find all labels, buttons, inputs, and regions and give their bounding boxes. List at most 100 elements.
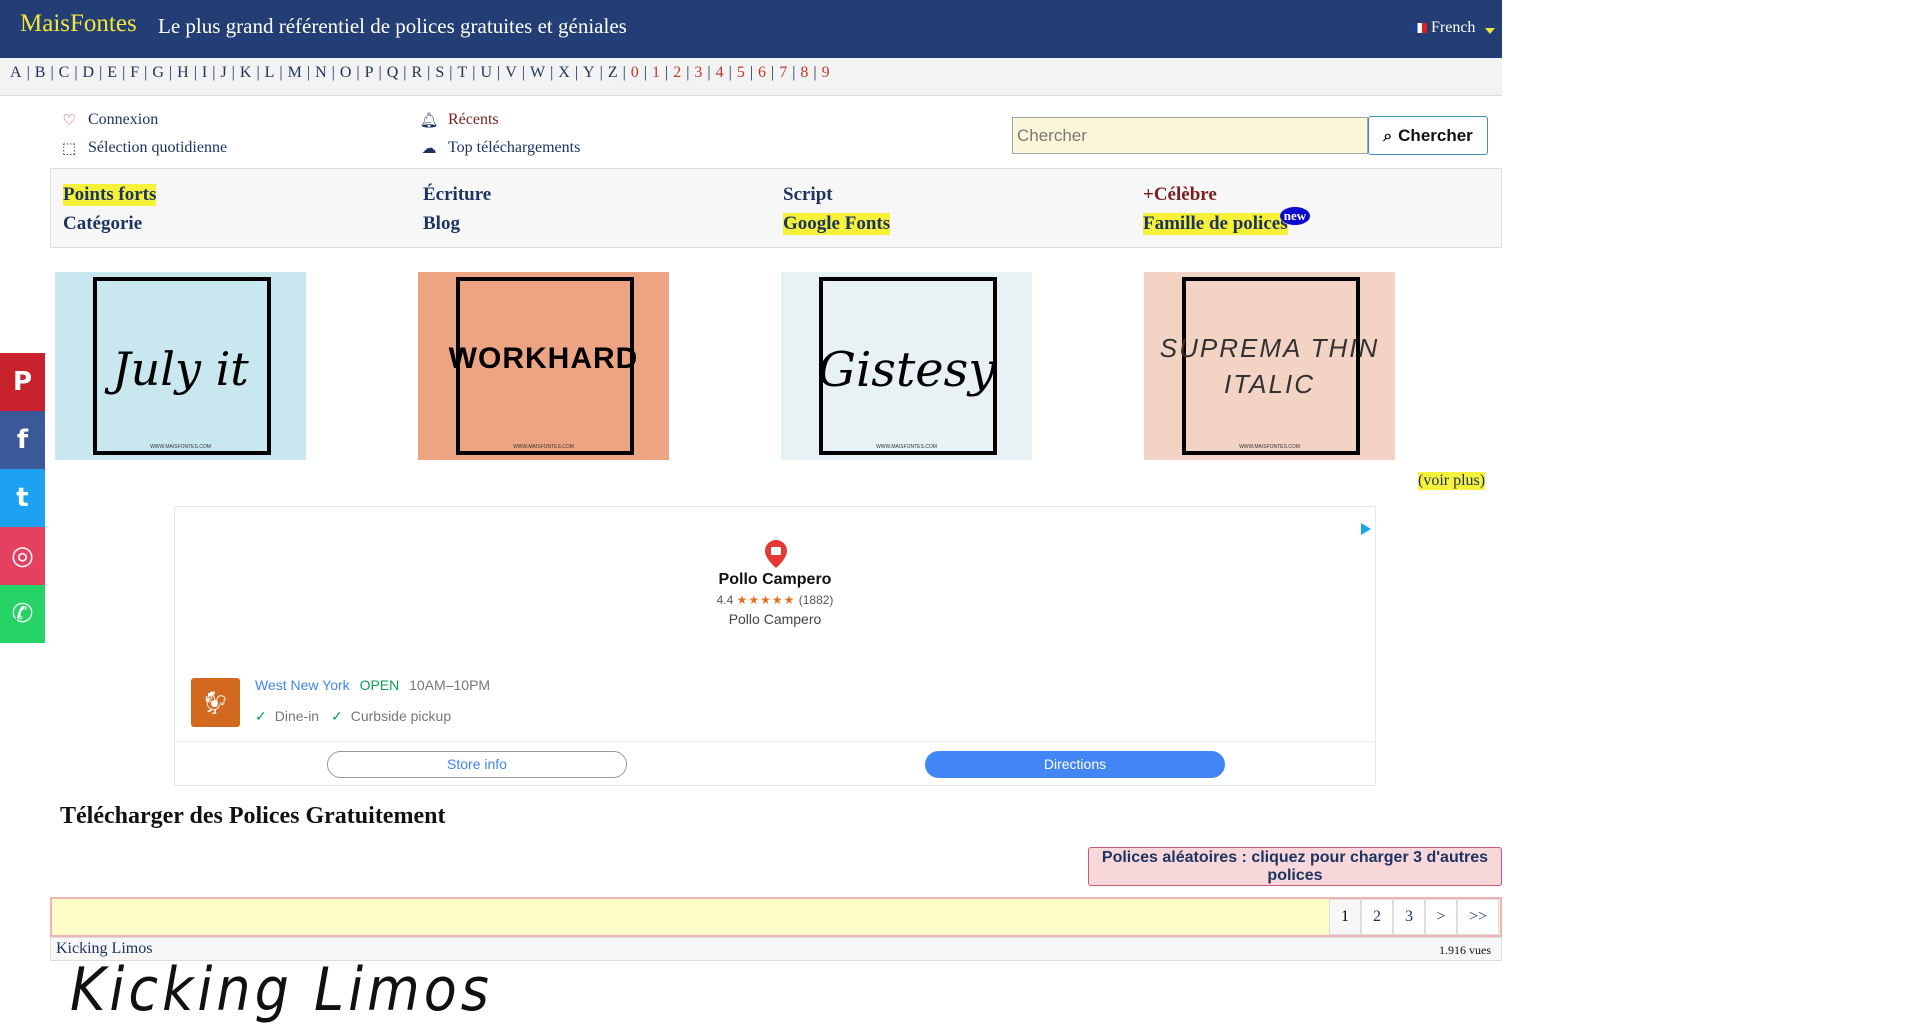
page-link-next[interactable]: > — [1425, 899, 1457, 935]
share-twitter-icon[interactable]: t — [0, 469, 45, 527]
letter-link-x[interactable]: X — [556, 64, 572, 82]
menu-font-family[interactable]: Famille de polices — [1143, 213, 1288, 235]
page-link-2[interactable]: 2 — [1361, 899, 1393, 935]
thumbnail-watermark: WWW.MAISFONTES.COM — [150, 444, 211, 450]
language-selector[interactable]: French — [1413, 19, 1496, 37]
letter-link-d[interactable]: D — [81, 64, 97, 82]
letter-link-b[interactable]: B — [33, 64, 48, 82]
share-facebook-icon[interactable]: f — [0, 411, 45, 469]
thumbnail-text: SUPREMA THIN ITALIC — [1159, 333, 1380, 399]
letter-link-f[interactable]: F — [128, 64, 141, 82]
separator: | — [403, 64, 407, 81]
letter-link-n[interactable]: N — [313, 64, 329, 82]
letter-link-q[interactable]: Q — [385, 64, 401, 82]
separator: | — [212, 64, 216, 81]
quick-links-left: ♡ Connexion ⬚ Sélection quotidienne — [60, 106, 227, 162]
separator: | — [813, 64, 817, 81]
separator: | — [574, 64, 579, 81]
random-fonts-button[interactable]: Polices aléatoires : cliquez pour charge… — [1088, 847, 1502, 886]
thumbnail-watermark: WWW.MAISFONTES.COM — [1239, 444, 1300, 450]
directions-button[interactable]: Directions — [925, 751, 1225, 778]
search-button[interactable]: ⌕ Chercher — [1368, 116, 1488, 155]
menu-blog[interactable]: Blog — [423, 213, 460, 235]
letter-link-3[interactable]: 3 — [692, 64, 704, 82]
letter-link-7[interactable]: 7 — [777, 64, 789, 82]
letter-link-y[interactable]: Y — [581, 64, 597, 82]
ad-rating: 4.4 ★★★★★ (1882) — [175, 593, 1375, 607]
page-link-last[interactable]: >> — [1457, 899, 1499, 935]
daily-selection-link[interactable]: ⬚ Sélection quotidienne — [60, 134, 227, 162]
heart-icon: ♡ — [62, 111, 76, 129]
letter-link-h[interactable]: H — [175, 64, 191, 82]
page-link-1[interactable]: 1 — [1329, 899, 1361, 935]
letter-link-s[interactable]: S — [433, 64, 446, 82]
letter-link-m[interactable]: M — [286, 64, 304, 82]
thumbnail-text: July it — [112, 342, 249, 396]
letter-link-r[interactable]: R — [409, 64, 424, 82]
letter-link-8[interactable]: 8 — [798, 64, 810, 82]
pagination-bar: 1 2 3 > >> — [50, 897, 1502, 937]
main-menu: Points forts Écriture Script +Célèbre Ca… — [50, 168, 1502, 248]
search-input[interactable] — [1012, 117, 1368, 154]
letter-link-p[interactable]: P — [363, 64, 376, 82]
menu-famous[interactable]: +Célèbre — [1143, 184, 1217, 206]
separator: | — [50, 64, 54, 81]
font-preview[interactable]: Kicking Limos — [70, 955, 493, 1024]
thumbnail-watermark: WWW.MAISFONTES.COM — [876, 444, 937, 450]
featured-font-thumbnail[interactable]: July it WWW.MAISFONTES.COM — [55, 272, 306, 460]
ad-logo: 🐓︎ — [191, 678, 240, 727]
check-icon: ✓ — [255, 708, 267, 724]
menu-category[interactable]: Catégorie — [63, 213, 142, 235]
letter-link-u[interactable]: U — [478, 64, 494, 82]
letter-link-9[interactable]: 9 — [820, 64, 832, 82]
page-link-3[interactable]: 3 — [1393, 899, 1425, 935]
recent-link[interactable]: 🔔︎ Récents — [419, 106, 580, 134]
letter-link-v[interactable]: V — [503, 64, 519, 82]
share-whatsapp-icon[interactable]: ✆ — [0, 585, 45, 643]
site-header: MaisFontes Le plus grand référentiel de … — [0, 0, 1502, 58]
letter-link-o[interactable]: O — [338, 64, 354, 82]
ad-review-count: (1882) — [798, 593, 834, 607]
letter-link-z[interactable]: Z — [606, 64, 620, 82]
share-pinterest-icon[interactable]: P — [0, 353, 45, 411]
menu-writing[interactable]: Écriture — [423, 184, 491, 206]
letter-link-e[interactable]: E — [105, 64, 119, 82]
menu-highlights[interactable]: Points forts — [63, 184, 157, 206]
featured-font-thumbnail[interactable]: Gistesy WWW.MAISFONTES.COM — [781, 272, 1032, 460]
letter-link-6[interactable]: 6 — [756, 64, 768, 82]
menu-google-fonts[interactable]: Google Fonts — [783, 213, 891, 235]
cloud-download-icon: ☁ — [421, 139, 437, 157]
featured-font-thumbnail[interactable]: WORKHARD WWW.MAISFONTES.COM — [418, 272, 669, 460]
separator: | — [378, 64, 382, 81]
map-pin-icon — [765, 540, 787, 568]
letter-link-i[interactable]: I — [200, 64, 209, 82]
letter-link-k[interactable]: K — [238, 64, 254, 82]
letter-link-t[interactable]: T — [455, 64, 469, 82]
ad-title: Pollo Campero — [718, 571, 832, 588]
letter-link-l[interactable]: L — [263, 64, 277, 82]
ad-choices-icon[interactable] — [1361, 523, 1371, 535]
login-link[interactable]: ♡ Connexion — [60, 106, 227, 134]
letter-link-0[interactable]: 0 — [629, 64, 641, 82]
letter-link-2[interactable]: 2 — [671, 64, 683, 82]
letter-link-c[interactable]: C — [57, 64, 72, 82]
ad-city[interactable]: West New York — [255, 677, 350, 693]
letter-link-4[interactable]: 4 — [714, 64, 726, 82]
featured-font-thumbnail[interactable]: SUPREMA THIN ITALIC WWW.MAISFONTES.COM — [1144, 272, 1395, 460]
menu-script[interactable]: Script — [783, 184, 833, 206]
share-instagram-icon[interactable]: ◎ — [0, 527, 45, 585]
letter-link-g[interactable]: G — [150, 64, 166, 82]
letter-link-5[interactable]: 5 — [735, 64, 747, 82]
see-more-link[interactable]: (voir plus) — [1418, 472, 1486, 490]
daily-selection-label: Sélection quotidienne — [88, 139, 228, 156]
site-logo[interactable]: MaisFontes — [20, 10, 137, 38]
letter-link-1[interactable]: 1 — [650, 64, 662, 82]
letter-link-w[interactable]: W — [528, 64, 547, 82]
store-info-button[interactable]: Store info — [327, 751, 627, 778]
advertisement[interactable]: Pollo Campero 4.4 ★★★★★ (1882) Pollo Cam… — [174, 506, 1376, 786]
top-downloads-link[interactable]: ☁ Top téléchargements — [420, 134, 581, 162]
separator: | — [550, 64, 554, 81]
ad-features: ✓ Dine-in ✓ Curbside pickup — [255, 708, 451, 725]
letter-link-j[interactable]: J — [218, 64, 228, 82]
letter-link-a[interactable]: A — [8, 64, 24, 82]
